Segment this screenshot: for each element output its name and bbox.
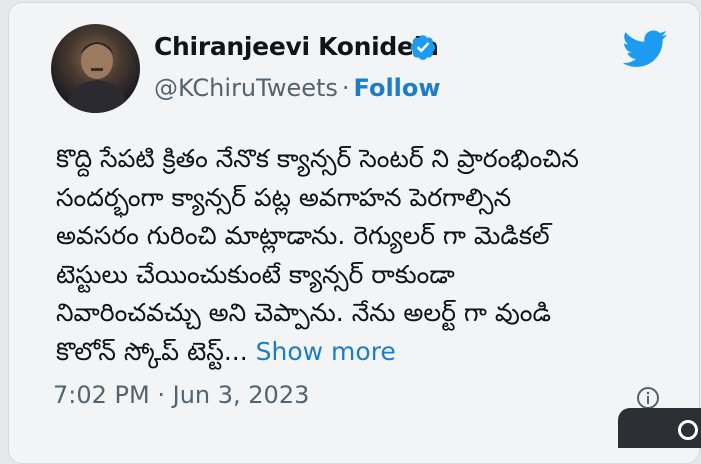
tweet-line: నివారించవచ్చు అని చెప్పాను. నేను అలర్ట్ …: [56, 298, 551, 327]
separator-dot: ·: [341, 74, 350, 102]
meta-separator: ·: [157, 381, 165, 409]
tweet-line: టెస్టులు చేయించుకుంటే క్యాన్సర్ రాకుండా: [56, 259, 455, 289]
tweet-line-last: కొలోన్ స్కోప్ టెస్ట్... Show more: [56, 333, 656, 372]
handle-row: @KChiruTweets · Follow: [154, 74, 441, 102]
tweet-time[interactable]: 7:02 PM: [53, 381, 150, 409]
tweet-date[interactable]: Jun 3, 2023: [173, 381, 310, 409]
tweet-meta: 7:02 PM · Jun 3, 2023: [53, 381, 309, 409]
overlay-widget[interactable]: [618, 408, 701, 448]
info-icon[interactable]: [636, 386, 660, 410]
show-more-link[interactable]: Show more: [256, 337, 396, 366]
verified-badge-icon: [410, 35, 436, 60]
tweet-line-text: కొలోన్ స్కోప్ టెస్ట్...: [56, 336, 248, 366]
follow-button[interactable]: Follow: [354, 74, 441, 102]
avatar[interactable]: [51, 24, 140, 113]
search-icon: [678, 420, 698, 440]
tweet-line: అవసరం గురించి మాట్లాడాను. రెగ్యులర్ గా మ…: [56, 221, 550, 250]
tweet-text: కొద్ది సేపటి క్రితం నేనొక క్యాన్సర్ సెంట…: [56, 140, 656, 371]
author-handle[interactable]: @KChiruTweets: [154, 74, 338, 102]
tweet-line: సందర్భంగా క్యాన్సర్ పట్ల అవగాహన పెరగాల్స…: [56, 182, 512, 212]
profile-photo: [65, 42, 129, 113]
tweet-line: కొద్ది సేపటి క్రితం నేనొక క్యాన్సర్ సెంట…: [56, 144, 579, 173]
twitter-bird-icon[interactable]: [622, 30, 668, 68]
author-name[interactable]: Chiranjeevi Konidela: [154, 32, 439, 61]
